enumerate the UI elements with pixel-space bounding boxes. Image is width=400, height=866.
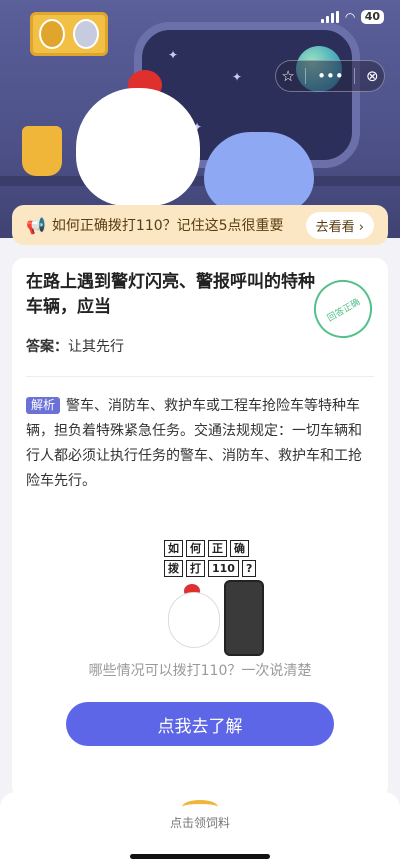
status-bar: ◠ 40 <box>321 10 384 24</box>
bubble-char: 确 <box>230 540 249 557</box>
bubble-char: 正 <box>208 540 227 557</box>
answer-label: 答案： <box>26 339 68 355</box>
hero-shelf <box>0 176 400 186</box>
signal-icon <box>321 11 340 23</box>
chicken-mascot <box>76 88 200 206</box>
battery-indicator: 40 <box>360 10 384 24</box>
question-card: 在路上遇到警灯闪亮、警报呼叫的特种车辆，应当 回答正确 答案：让其先行 解析 警车… <box>12 258 388 798</box>
bubble-char: 如 <box>164 540 183 557</box>
miniapp-capsule: ☆ ••• ⊗ <box>275 60 385 92</box>
favorite-star-icon[interactable]: ☆ <box>281 67 294 85</box>
bottom-bar: 点击领饲料 <box>0 792 400 866</box>
chicken-mascot-small <box>168 592 220 648</box>
notice-banner[interactable]: 📢 如何正确拨打110？记住这5点很重要 去看看 › <box>12 205 388 245</box>
explanation: 解析 警车、消防车、救护车或工程车抢险车等特种车辆，担负着特殊紧急任务。交通法规规… <box>26 394 374 494</box>
home-indicator <box>130 854 270 859</box>
go-see-button[interactable]: 去看看 › <box>305 211 374 239</box>
promo-subtitle: 哪些情况可以拨打110？一次说清楚 <box>88 663 312 679</box>
star-icon: ✦ <box>168 48 179 62</box>
silver-medal-icon <box>73 19 99 49</box>
blue-mascot <box>204 132 314 212</box>
bubble-row-1: 如 何 正 确 <box>164 540 249 557</box>
medal-frame <box>30 12 108 56</box>
learn-more-button[interactable]: 点我去了解 <box>66 702 334 746</box>
wifi-icon: ◠ <box>345 10 355 24</box>
more-icon[interactable]: ••• <box>317 67 344 85</box>
gold-medal-icon <box>39 19 65 49</box>
close-icon[interactable]: ⊗ <box>366 67 379 85</box>
banner-text: 如何正确拨打110？记住这5点很重要 <box>51 218 284 234</box>
trophy-icon <box>22 126 62 176</box>
promo-illustration: 如 何 正 确 拨 打 110 ? <box>154 540 264 670</box>
answer-line: 答案：让其先行 <box>26 336 124 356</box>
hero-illustration: ✦ ✦ ✦ ◠ 40 ☆ ••• ⊗ <box>0 0 400 238</box>
answer-value: 让其先行 <box>68 339 124 355</box>
feed-icon[interactable] <box>182 800 218 814</box>
question-title: 在路上遇到警灯闪亮、警报呼叫的特种车辆，应当 <box>26 272 315 317</box>
explanation-text: 警车、消防车、救护车或工程车抢险车等特种车辆，担负着特殊紧急任务。交通法规规定：… <box>26 398 362 489</box>
bubble-char: 打 <box>186 560 205 577</box>
megaphone-icon: 📢 <box>26 215 46 235</box>
bubble-char: 何 <box>186 540 205 557</box>
divider <box>26 376 374 377</box>
explanation-tag: 解析 <box>26 397 61 414</box>
phone-icon <box>224 580 264 656</box>
star-icon: ✦ <box>232 70 243 84</box>
bubble-row-2: 拨 打 110 ? <box>164 560 257 577</box>
bubble-char: ? <box>241 560 257 577</box>
get-feed-button[interactable]: 点击领饲料 <box>0 814 400 831</box>
bubble-char: 拨 <box>164 560 183 577</box>
bubble-char: 110 <box>208 560 239 577</box>
